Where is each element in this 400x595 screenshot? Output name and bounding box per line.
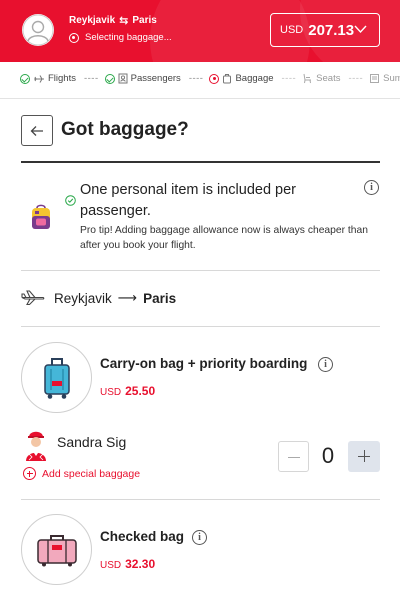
price-amount: 207.13 <box>308 21 355 39</box>
check-icon <box>104 73 115 84</box>
back-button[interactable] <box>21 115 53 146</box>
title-divider <box>21 161 380 163</box>
user-avatar[interactable] <box>22 14 54 46</box>
increase-quantity-button[interactable] <box>348 441 380 472</box>
status-text: Selecting baggage... <box>85 32 172 43</box>
checked-bag-price: USD 32.30 <box>100 557 155 571</box>
header-route: Reykjavik ⇆ Paris <box>69 14 157 27</box>
quantity-value: 0 <box>321 443 335 468</box>
header-origin: Reykjavik <box>69 15 116 26</box>
checked-bag-currency: USD <box>100 560 122 571</box>
info-headline: One personal item is included per passen… <box>80 182 297 219</box>
add-special-label: Add special baggage <box>42 467 141 480</box>
check-icon <box>20 73 30 84</box>
decrease-quantity-button[interactable] <box>278 441 309 472</box>
section-divider <box>21 499 380 500</box>
info-icon[interactable]: i <box>364 180 379 195</box>
step-passengers[interactable]: Passengers ---- <box>104 73 210 84</box>
summary-icon <box>370 74 380 83</box>
price-currency: USD <box>280 24 304 36</box>
step-separator: ---- <box>188 73 204 84</box>
booking-status: Selecting baggage... <box>69 32 172 43</box>
step-separator: ---- <box>83 73 99 84</box>
carry-on-info-icon[interactable]: i <box>318 357 333 372</box>
check-icon <box>65 195 76 206</box>
step-flights[interactable]: Flights ---- <box>20 73 105 84</box>
section-divider <box>21 326 380 327</box>
top-header: Reykjavik ⇆ Paris Selecting baggage... U… <box>0 0 400 62</box>
step-separator: ---- <box>281 73 297 84</box>
chevron-down-icon <box>354 25 367 34</box>
arrow-left-icon <box>30 125 43 136</box>
step-label: Baggage <box>235 73 274 84</box>
step-label: Summa <box>383 73 400 84</box>
route-arrow-icon: ⟶ <box>117 290 138 305</box>
step-label: Flights <box>48 73 76 84</box>
passenger-avatar-icon <box>26 431 46 461</box>
total-price-button[interactable]: USD 207.13 <box>270 13 380 47</box>
checked-bag-amount: 32.30 <box>125 557 156 571</box>
booking-steps: Flights ---- Passengers ---- Baggage ---… <box>0 62 400 99</box>
airplane-icon <box>21 290 45 306</box>
checked-bag-icon <box>36 534 77 566</box>
checked-bag-info-icon[interactable]: i <box>192 530 207 545</box>
carry-on-currency: USD <box>100 387 122 398</box>
plane-icon <box>34 74 44 83</box>
step-summary[interactable]: Summa <box>369 73 400 84</box>
carry-on-amount: 25.50 <box>125 384 156 398</box>
step-separator: ---- <box>348 73 364 84</box>
step-label: Seats <box>316 73 341 84</box>
passenger-icon <box>118 73 128 84</box>
status-dot-icon <box>69 32 79 43</box>
backpack-icon <box>32 204 50 229</box>
step-label: Passengers <box>130 73 181 84</box>
step-baggage[interactable]: Baggage ---- <box>209 73 302 84</box>
page-title: Got baggage? <box>61 119 189 140</box>
carry-on-bag-image <box>21 342 92 413</box>
step-seats[interactable]: Seats ---- <box>302 73 369 84</box>
current-step-icon <box>209 73 220 84</box>
swap-arrows-icon: ⇆ <box>119 15 129 27</box>
carry-on-bag-icon <box>43 357 70 399</box>
baggage-icon <box>223 74 232 84</box>
route-origin: Reykjavik <box>54 290 112 306</box>
header-destination: Paris <box>132 15 157 26</box>
add-special-baggage-link[interactable]: Add special baggage <box>23 467 140 480</box>
steps-track: Flights ---- Passengers ---- Baggage ---… <box>20 73 400 84</box>
passenger-name: Sandra Sig <box>57 434 127 450</box>
info-tip: Pro tip! Adding baggage allowance now is… <box>80 225 368 251</box>
plus-circle-icon <box>23 467 36 480</box>
route-destination: Paris <box>143 290 177 306</box>
carry-on-title: Carry-on bag + priority boarding <box>100 356 308 371</box>
section-divider <box>21 270 380 271</box>
seat-icon <box>303 73 312 84</box>
checked-bag-image <box>21 514 92 585</box>
carry-on-price: USD 25.50 <box>100 384 155 398</box>
user-icon <box>22 14 54 46</box>
checked-bag-title: Checked bag <box>100 529 185 544</box>
flight-route: Reykjavik ⟶ Paris <box>54 290 176 306</box>
